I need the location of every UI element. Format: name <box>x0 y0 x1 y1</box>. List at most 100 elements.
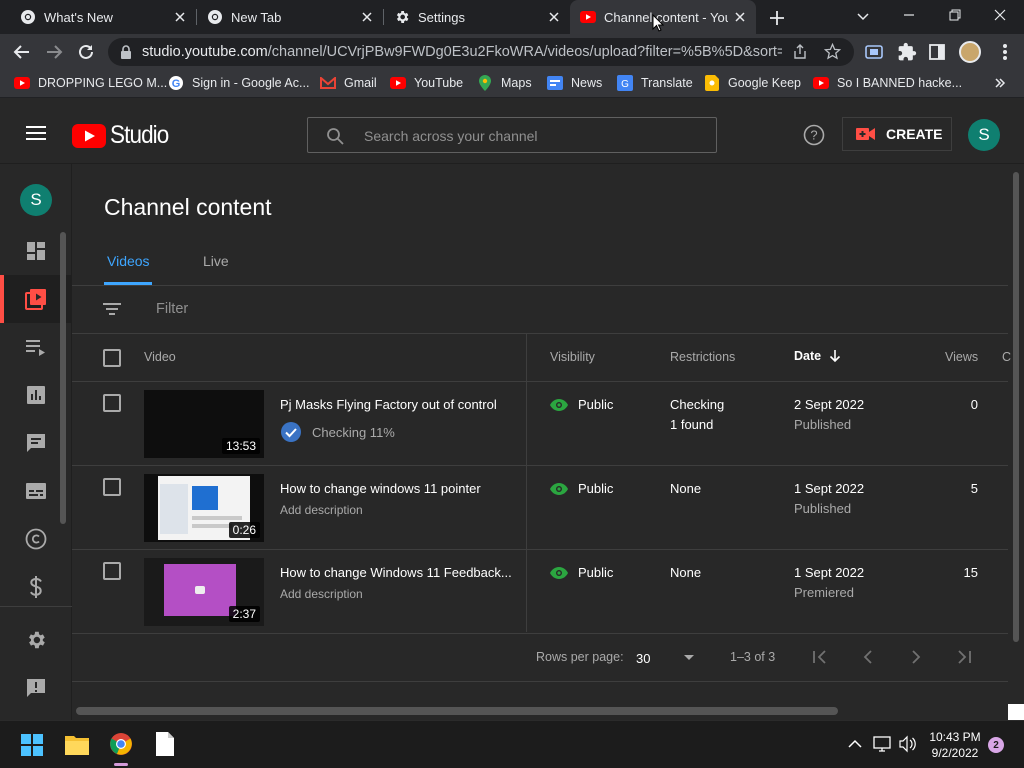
column-header-restrictions[interactable]: Restrictions <box>670 350 735 364</box>
restore-icon[interactable] <box>948 8 962 22</box>
google-icon: G <box>168 75 184 91</box>
vertical-scrollbar[interactable] <box>1013 172 1019 642</box>
filter-input[interactable]: Filter <box>156 301 188 317</box>
close-icon[interactable] <box>359 9 375 25</box>
reload-icon[interactable] <box>76 42 96 62</box>
previous-page-icon[interactable] <box>862 650 874 664</box>
share-icon[interactable] <box>792 44 808 60</box>
notepad-icon[interactable] <box>156 732 174 756</box>
restrictions-cell[interactable]: None <box>670 563 701 583</box>
side-panel-icon[interactable] <box>928 43 946 61</box>
profile-avatar[interactable] <box>959 41 981 63</box>
column-header-visibility[interactable]: Visibility <box>550 350 595 364</box>
windows-start-icon[interactable] <box>21 734 43 756</box>
restrictions-cell[interactable]: None <box>670 479 701 499</box>
create-button[interactable]: CREATE <box>842 117 952 151</box>
chevron-up-icon[interactable] <box>848 739 862 749</box>
bookmark-item[interactable]: So I BANNED hacke... <box>813 75 962 91</box>
visibility-cell[interactable]: Public <box>550 481 613 496</box>
close-icon[interactable] <box>172 9 188 25</box>
horizontal-scrollbar[interactable] <box>76 707 838 715</box>
video-title[interactable]: Pj Masks Flying Factory out of control <box>280 395 497 415</box>
tab-new-tab[interactable]: New Tab <box>187 0 383 34</box>
bookmark-item[interactable]: Google Keep <box>704 75 801 91</box>
chrome-taskbar-icon[interactable] <box>109 732 133 756</box>
network-icon[interactable] <box>873 735 891 753</box>
window-close-icon[interactable] <box>993 8 1007 22</box>
visibility-cell[interactable]: Public <box>550 565 613 580</box>
sidebar-item-settings[interactable] <box>0 616 72 664</box>
gmail-icon <box>320 75 336 91</box>
tab-search-icon[interactable] <box>856 9 870 23</box>
bookmark-item[interactable]: G Sign in - Google Ac... <box>168 75 309 91</box>
extensions-icon[interactable] <box>897 42 917 62</box>
tab-title: Channel content - YouTube Studio <box>604 9 728 25</box>
tab-settings[interactable]: Settings <box>374 0 570 34</box>
close-icon[interactable] <box>546 9 562 25</box>
chrome-menu-icon[interactable] <box>1002 43 1008 61</box>
search-input[interactable]: Search across your channel <box>307 117 717 153</box>
bookmark-item[interactable]: Gmail <box>320 75 377 91</box>
new-tab-button[interactable] <box>766 7 788 29</box>
column-header-comments[interactable]: C <box>1002 350 1011 364</box>
account-avatar[interactable]: S <box>968 119 1000 151</box>
restrictions-cell[interactable]: Checking 1 found <box>670 395 724 435</box>
video-description[interactable]: Add description <box>280 584 363 604</box>
sidebar-item-feedback[interactable] <box>0 664 72 712</box>
bookmark-item[interactable]: News <box>547 75 602 91</box>
bookmark-item[interactable]: YouTube <box>390 75 463 91</box>
help-icon[interactable]: ? <box>803 124 825 146</box>
column-header-video: Video <box>144 350 176 364</box>
hamburger-menu-icon[interactable] <box>25 125 47 141</box>
windows-taskbar: 10:43 PM 9/2/2022 2 <box>0 720 1024 768</box>
minimize-icon[interactable] <box>902 10 916 20</box>
sidebar-item-earn[interactable] <box>0 563 72 611</box>
rows-per-page-select[interactable]: 30 <box>636 648 698 668</box>
last-page-icon[interactable] <box>956 650 972 664</box>
notification-badge[interactable]: 2 <box>988 737 1004 753</box>
bookmark-item[interactable]: G Translate <box>617 75 693 91</box>
bookmark-star-icon[interactable] <box>824 43 841 60</box>
video-description[interactable]: Add description <box>280 500 363 520</box>
video-thumbnail[interactable]: 2:37 <box>144 558 264 626</box>
row-checkbox[interactable] <box>103 478 121 496</box>
filter-icon[interactable] <box>103 302 121 316</box>
visibility-cell[interactable]: Public <box>550 397 613 412</box>
lock-icon[interactable] <box>120 45 132 59</box>
active-app-indicator <box>114 763 128 766</box>
video-duration: 2:37 <box>228 606 260 622</box>
views-cell: 0 <box>970 397 978 412</box>
url-text[interactable]: studio.youtube.com/channel/UCVrjPBw9FWDg… <box>142 44 782 60</box>
next-page-icon[interactable] <box>910 650 922 664</box>
video-thumbnail[interactable]: 13:53 <box>144 390 264 458</box>
column-header-views[interactable]: Views <box>945 350 978 364</box>
channel-avatar[interactable]: S <box>20 184 52 216</box>
tab-live[interactable]: Live <box>203 253 229 269</box>
search-placeholder: Search across your channel <box>364 128 538 144</box>
row-checkbox[interactable] <box>103 394 121 412</box>
studio-logo[interactable]: Studio <box>72 121 175 150</box>
forward-icon[interactable] <box>44 42 64 62</box>
tab-whats-new[interactable]: What's New <box>0 0 196 34</box>
eye-icon <box>550 398 568 411</box>
file-explorer-icon[interactable] <box>65 733 89 755</box>
tab-videos[interactable]: Videos <box>107 253 150 269</box>
address-bar[interactable]: studio.youtube.com/channel/UCVrjPBw9FWDg… <box>108 38 854 66</box>
screen-cast-icon[interactable] <box>864 42 884 62</box>
youtube-icon <box>14 75 30 91</box>
back-icon[interactable] <box>12 42 32 62</box>
sidebar-scrollbar[interactable] <box>60 232 66 524</box>
video-thumbnail[interactable]: 0:26 <box>144 474 264 542</box>
column-header-date[interactable]: Date <box>794 349 841 363</box>
close-icon[interactable] <box>732 9 748 25</box>
bookmark-item[interactable]: Maps <box>477 75 532 91</box>
video-title[interactable]: How to change Windows 11 Feedback... <box>280 563 512 583</box>
first-page-icon[interactable] <box>812 650 828 664</box>
bookmark-item[interactable]: DROPPING LEGO M... <box>14 75 167 91</box>
system-clock[interactable]: 10:43 PM 9/2/2022 <box>925 729 985 761</box>
more-bookmarks-icon[interactable] <box>994 77 1006 89</box>
video-title[interactable]: How to change windows 11 pointer <box>280 479 481 499</box>
volume-icon[interactable] <box>898 735 916 753</box>
row-checkbox[interactable] <box>103 562 121 580</box>
select-all-checkbox[interactable] <box>103 349 121 367</box>
